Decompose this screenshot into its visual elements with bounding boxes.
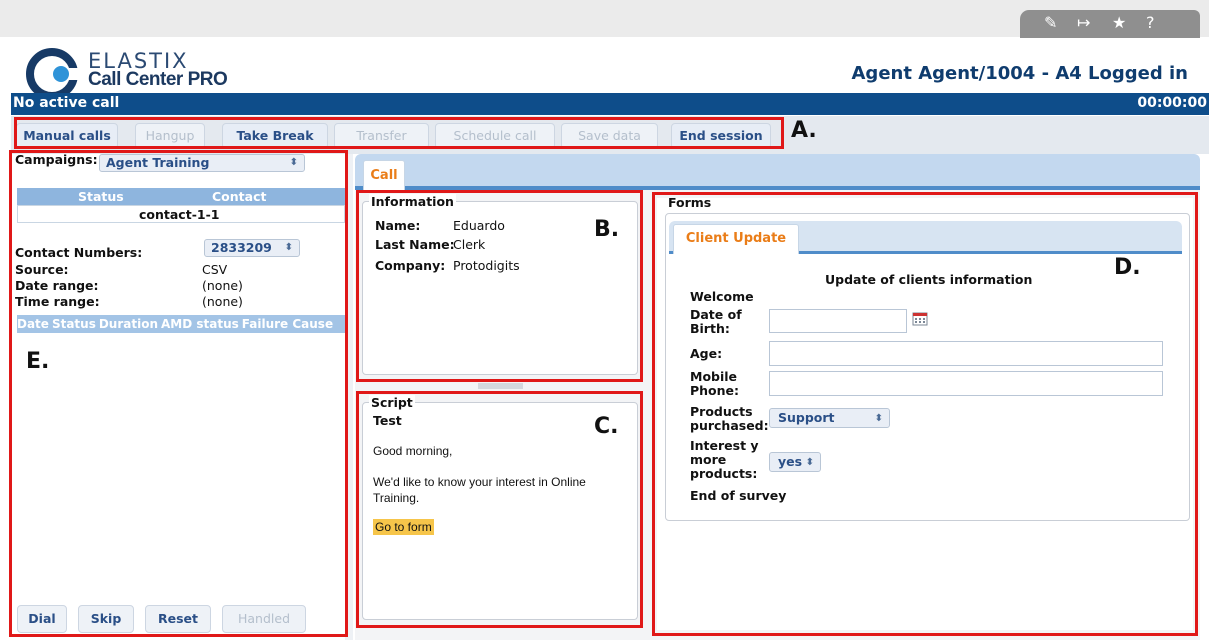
go-to-form-link[interactable]: Go to form — [373, 519, 434, 535]
information-legend: Information — [369, 194, 456, 209]
interest-select[interactable]: yes ⬍ — [769, 452, 821, 472]
date-range-label: Date range: — [15, 278, 99, 293]
history-col-date: Date — [17, 317, 49, 331]
panel-splitter[interactable] — [345, 154, 353, 640]
annotation-label-a: A. — [791, 118, 817, 143]
end-of-survey-text: End of survey — [690, 488, 787, 503]
history-col-amd-status: AMD status — [161, 317, 239, 331]
call-status-text: No active call — [13, 95, 120, 111]
script-title: Test — [373, 413, 402, 428]
calendar-icon[interactable] — [912, 312, 928, 326]
browser-top-bar: ✎ ↦ ★ ? — [0, 0, 1209, 38]
form-heading: Update of clients information — [825, 272, 1033, 287]
tool-icons: ✎ ↦ ★ ? — [1020, 10, 1200, 38]
contact-number-value: 2833209 — [211, 240, 272, 255]
annotation-label-d: D. — [1114, 255, 1141, 280]
last-name-label: Last Name: — [375, 237, 455, 252]
campaign-select[interactable]: Agent Training ⬍ — [99, 154, 305, 172]
splitter-handle[interactable] — [478, 383, 523, 389]
main-tab-bar: Call — [355, 154, 1200, 190]
select-arrows-icon: ⬍ — [289, 157, 298, 168]
contact-header: Contact — [212, 189, 267, 204]
end-session-button[interactable]: End session — [671, 123, 771, 149]
handled-button[interactable]: Handled — [222, 605, 306, 633]
source-label: Source: — [15, 262, 69, 277]
time-range-label: Time range: — [15, 294, 100, 309]
products-label: Products purchased: — [690, 404, 769, 433]
age-input[interactable] — [769, 341, 1163, 366]
script-body: We'd like to know your interest in Onlin… — [373, 475, 586, 505]
dial-button[interactable]: Dial — [17, 605, 67, 633]
brand-line2: Call Center PRO — [88, 69, 228, 90]
interest-value: yes — [778, 454, 803, 469]
mobile-phone-input[interactable] — [769, 371, 1163, 396]
take-break-button[interactable]: Take Break — [222, 123, 328, 149]
dob-input[interactable] — [769, 309, 907, 333]
hangup-button[interactable]: Hangup — [135, 123, 205, 149]
last-name-value: Clerk — [453, 237, 486, 252]
contact-value: contact-1-1 — [139, 207, 220, 222]
contact-numbers-label: Contact Numbers: — [15, 245, 143, 260]
schedule-call-button[interactable]: Schedule call — [435, 123, 555, 149]
forms-tab-bar: Client Update — [669, 221, 1182, 254]
status-header: Status — [78, 189, 124, 204]
select-arrows-icon: ⬍ — [805, 457, 814, 468]
transfer-button[interactable]: Transfer — [334, 123, 429, 149]
save-data-button[interactable]: Save data — [561, 123, 658, 149]
manual-calls-button[interactable]: Manual calls — [16, 123, 118, 149]
date-range-value: (none) — [202, 278, 243, 293]
contact-number-select[interactable]: 2833209 ⬍ — [204, 239, 300, 257]
call-status-bar: No active call 00:00:00 — [11, 93, 1209, 115]
campaigns-label: Campaigns: — [15, 152, 98, 167]
tab-client-update[interactable]: Client Update — [673, 224, 799, 254]
script-greeting: Good morning, — [373, 444, 453, 458]
forms-legend: Forms — [668, 195, 712, 210]
products-value: Support — [778, 410, 835, 425]
history-col-status: Status — [51, 317, 96, 331]
call-timer: 00:00:00 — [1137, 95, 1207, 111]
company-label: Company: — [375, 258, 446, 273]
annotation-label-c: C. — [594, 414, 619, 439]
name-label: Name: — [375, 218, 421, 233]
source-value: CSV — [202, 262, 228, 277]
time-range-value: (none) — [202, 294, 243, 309]
dob-label: Date of Birth: — [690, 307, 742, 336]
products-select[interactable]: Support ⬍ — [769, 408, 890, 428]
welcome-text: Welcome — [690, 289, 754, 304]
agent-toolbar: Manual calls Hangup Take Break Transfer … — [11, 116, 1209, 154]
help-icon[interactable]: ? — [1146, 13, 1155, 32]
dock-icon[interactable]: ↦ — [1077, 13, 1090, 32]
select-arrows-icon: ⬍ — [284, 242, 293, 253]
script-legend: Script — [369, 395, 415, 410]
select-arrows-icon: ⬍ — [874, 413, 883, 424]
agent-status: Agent Agent/1004 - A4 Logged in — [851, 63, 1189, 84]
star-icon[interactable]: ★ — [1112, 13, 1126, 32]
edit-icon[interactable]: ✎ — [1044, 13, 1057, 32]
tab-call[interactable]: Call — [363, 160, 405, 190]
annotation-label-b: B. — [594, 217, 620, 242]
history-col-failure-cause: Failure Cause — [241, 317, 334, 331]
call-history-header: Date Status Duration AMD status Failure Caus… — [17, 315, 345, 333]
annotation-label-e: E. — [26, 349, 50, 374]
mobile-phone-label: Mobile Phone: — [690, 369, 740, 398]
age-label: Age: — [690, 346, 723, 361]
status-contact-header: Status Contact — [17, 188, 345, 205]
interest-label: Interest y more products: — [690, 438, 759, 481]
campaign-value: Agent Training — [106, 155, 210, 170]
contact-row: contact-1-1 — [17, 205, 345, 223]
contact-panel: Campaigns: Agent Training ⬍ Status Contac… — [11, 152, 345, 640]
history-col-duration: Duration — [98, 317, 158, 331]
name-value: Eduardo — [453, 218, 505, 233]
reset-button[interactable]: Reset — [145, 605, 211, 633]
company-value: Protodigits — [453, 258, 520, 273]
skip-button[interactable]: Skip — [78, 605, 134, 633]
